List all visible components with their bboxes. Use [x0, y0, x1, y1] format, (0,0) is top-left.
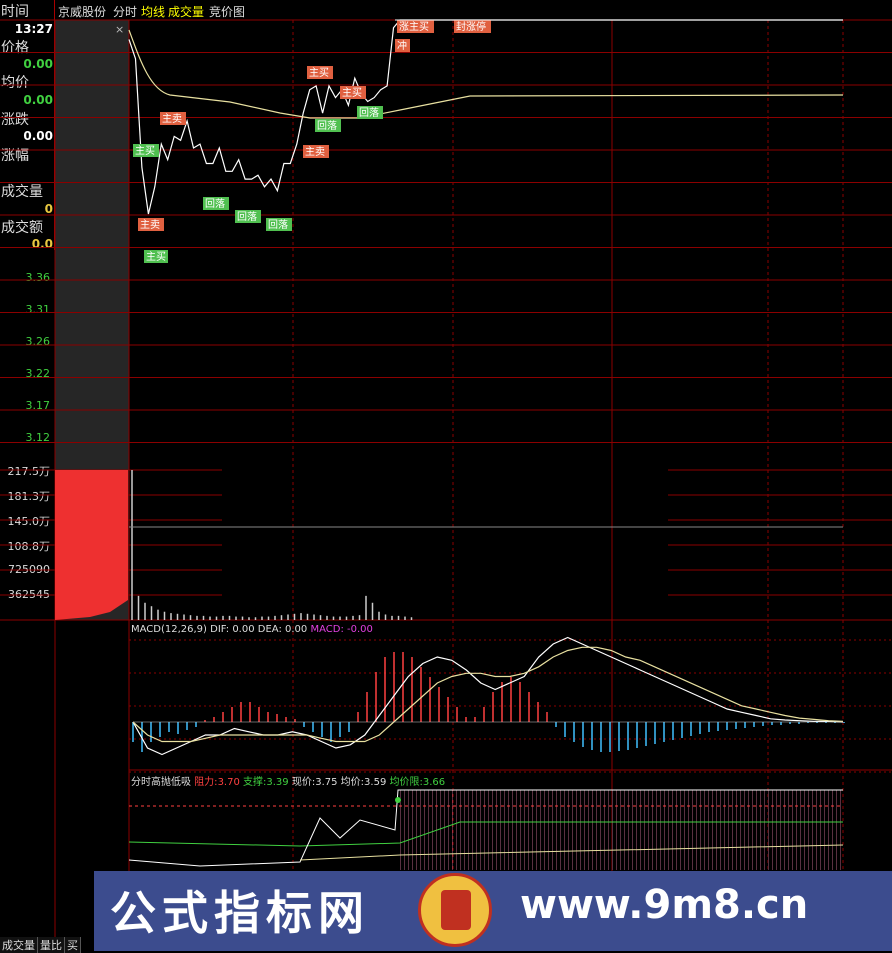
- support-value: 3.39: [266, 777, 289, 788]
- avg-limit-value: 3.66: [422, 777, 446, 788]
- support-label: 支撑:: [243, 777, 267, 788]
- signal-tag-label: 主买: [309, 67, 329, 79]
- macd-title: MACD(12,26,9): [131, 624, 207, 635]
- watermark-logo-icon: [418, 873, 492, 947]
- signal-tag-label: 主买: [146, 251, 166, 263]
- bottom-tabs: 成交量 量比买: [0, 937, 81, 953]
- indicator-legend: 分时高抛低吸 阻力:3.70 支撑:3.39 现价:3.75 均价:3.59 均…: [131, 773, 445, 788]
- signal-tag-label: 涨主买: [399, 21, 429, 33]
- signal-tag-label: 封涨停: [456, 20, 486, 33]
- watermark-right-text: www.9m8.cn: [520, 882, 809, 928]
- current-value: 3.75: [315, 777, 338, 788]
- current-label: 现价:: [291, 777, 316, 788]
- auction-volume-area: [55, 470, 128, 620]
- intraday-chart[interactable]: 主买主卖主卖回落回落回落主卖主买主买回落回落涨主买 封涨停冲主买×: [0, 0, 892, 951]
- signal-tag-label: 主买: [342, 87, 362, 99]
- avg-price-label: 均价:: [340, 777, 365, 788]
- signal-tag-label: 回落: [317, 120, 337, 132]
- dif-line: [132, 636, 844, 756]
- indicator-fill: [398, 790, 843, 870]
- signal-tag-label: 主卖: [305, 146, 325, 158]
- macd-legend: MACD(12,26,9) DIF: 0.00 DEA: 0.00 MACD: …: [131, 624, 373, 635]
- close-icon: ×: [115, 23, 124, 36]
- watermark-left-text: 公式指标网: [110, 886, 370, 940]
- macd-value: MACD: -0.00: [310, 624, 373, 635]
- signal-tag-label: 回落: [359, 107, 379, 119]
- signal-tag-label: 主卖: [140, 219, 160, 231]
- avg-price-value: 3.59: [364, 777, 387, 788]
- signal-tag-label: 主买: [135, 145, 155, 157]
- macd-dif: DIF: 0.00: [210, 624, 255, 635]
- signal-tag-label: 冲: [397, 39, 407, 52]
- avg-limit-label: 均价限:: [389, 777, 423, 788]
- resistance-label: 阻力:: [194, 777, 218, 788]
- signal-tag-label: 回落: [268, 219, 288, 231]
- avg-price-line: [128, 29, 844, 119]
- macd-dea: DEA: 0.00: [257, 624, 308, 635]
- signal-tag-label: 回落: [237, 211, 257, 223]
- signal-tag-label: 主卖: [162, 113, 182, 125]
- indicator-signal-dot: [395, 797, 401, 803]
- indicator-title: 分时高抛低吸: [131, 777, 191, 788]
- resistance-value: 3.70: [217, 777, 240, 788]
- signal-tag-label: 回落: [205, 198, 225, 210]
